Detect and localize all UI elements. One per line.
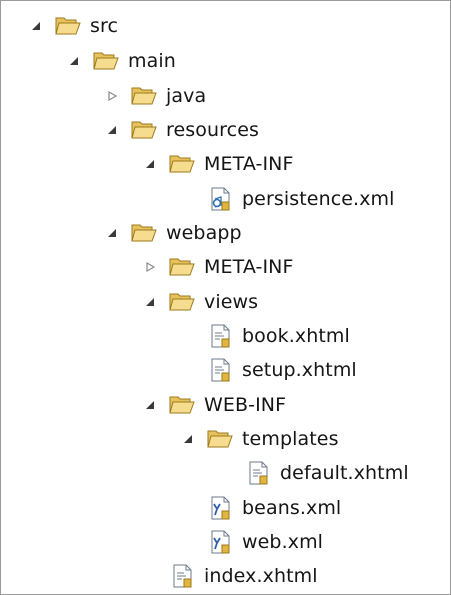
tree-item-label: setup.xhtml: [242, 359, 357, 381]
tree-item-label: WEB-INF: [204, 394, 287, 416]
tree-item-label: views: [204, 291, 259, 313]
tree-item-label: book.xhtml: [242, 325, 350, 347]
expanded-arrow-icon[interactable]: [102, 120, 122, 140]
collapsed-arrow-icon[interactable]: [102, 86, 122, 106]
tree-item-persistence-xml[interactable]: persistence.xml: [178, 182, 395, 216]
expanded-arrow-icon[interactable]: [64, 51, 84, 71]
tree-item-label: src: [90, 15, 119, 37]
tree-item-beans-xml[interactable]: beans.xml: [178, 491, 341, 525]
tree-item-web-xml[interactable]: web.xml: [178, 525, 323, 559]
expanded-arrow-icon[interactable]: [178, 429, 198, 449]
expanded-arrow-icon[interactable]: [140, 154, 160, 174]
folder-icon: [130, 82, 158, 110]
tree-item-label: resources: [166, 119, 259, 141]
tree-item-index-xhtml[interactable]: index.xhtml: [140, 559, 318, 593]
tree-item-label: default.xhtml: [280, 462, 409, 484]
expanded-arrow-icon[interactable]: [140, 395, 160, 415]
xhtml-file-icon: [168, 562, 196, 590]
collapsed-arrow-icon[interactable]: [140, 257, 160, 277]
tree-item-resources[interactable]: resources: [102, 113, 259, 147]
tree-item-webapp[interactable]: webapp: [102, 216, 242, 250]
folder-icon: [168, 288, 196, 316]
tree-item-label: webapp: [166, 222, 242, 244]
expanded-arrow-icon[interactable]: [140, 292, 160, 312]
folder-icon: [54, 12, 82, 40]
expanded-arrow-icon[interactable]: [102, 223, 122, 243]
folder-icon: [206, 425, 234, 453]
tree-item-label: index.xhtml: [204, 565, 318, 587]
tree-item-label: web.xml: [242, 531, 324, 553]
tree-item-label: java: [166, 85, 207, 107]
tree-item-views[interactable]: views: [140, 285, 258, 319]
tree-item-main[interactable]: main: [64, 44, 176, 78]
tree-item-default-xhtml[interactable]: default.xhtml: [216, 456, 409, 490]
tree-item-label: META-INF: [204, 153, 294, 175]
tree-item-web-inf[interactable]: WEB-INF: [140, 388, 286, 422]
y-xml-file-icon: [206, 528, 234, 556]
folder-icon: [130, 219, 158, 247]
folder-icon: [168, 150, 196, 178]
tree-item-setup-xhtml[interactable]: setup.xhtml: [178, 353, 357, 387]
y-xml-file-icon: [206, 494, 234, 522]
folder-icon: [168, 253, 196, 281]
tree-item-meta-inf[interactable]: META-INF: [140, 147, 294, 181]
tree-item-label: templates: [242, 428, 339, 450]
tree-item-src[interactable]: src: [26, 9, 118, 43]
tree-item-book-xhtml[interactable]: book.xhtml: [178, 319, 350, 353]
tree-item-label: beans.xml: [242, 497, 342, 519]
tree-item-label: main: [128, 50, 176, 72]
persistence-xml-icon: [206, 185, 234, 213]
tree-item-meta-inf[interactable]: META-INF: [140, 250, 294, 284]
expanded-arrow-icon[interactable]: [26, 16, 46, 36]
tree-item-java[interactable]: java: [102, 79, 206, 113]
tree-item-label: META-INF: [204, 256, 294, 278]
xhtml-file-icon: [206, 356, 234, 384]
tree-item-templates[interactable]: templates: [178, 422, 339, 456]
project-explorer-tree: src main java resources META-INF persist…: [0, 0, 451, 595]
tree-item-label: persistence.xml: [242, 188, 395, 210]
folder-icon: [168, 391, 196, 419]
xhtml-file-icon: [206, 322, 234, 350]
xhtml-file-icon: [244, 459, 272, 487]
folder-icon: [92, 47, 120, 75]
folder-icon: [130, 116, 158, 144]
